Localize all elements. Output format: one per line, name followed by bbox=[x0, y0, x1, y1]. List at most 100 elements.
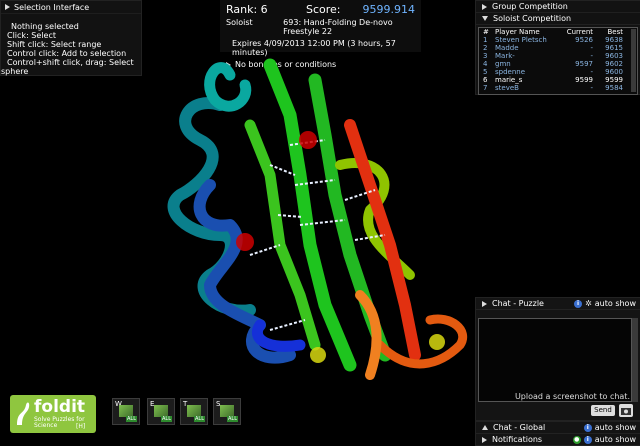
tool-badge: ALL bbox=[161, 416, 172, 422]
protein-3d-view[interactable] bbox=[150, 45, 480, 395]
competition-panel: Group Competition Soloist Competition # … bbox=[475, 0, 640, 95]
column-header[interactable]: Player Name bbox=[495, 28, 559, 36]
table-row[interactable]: 7 steveB - 9584 bbox=[479, 84, 637, 92]
loop bbox=[375, 314, 467, 369]
selection-help-text: Nothing selected Click: Select Shift cli… bbox=[1, 14, 141, 76]
chat-global-title: Chat - Global bbox=[493, 423, 546, 432]
selection-interface-title: Selection Interface bbox=[14, 2, 90, 12]
clash-sphere bbox=[429, 334, 445, 350]
table-row[interactable]: 2 Madde - 9615 bbox=[479, 44, 637, 52]
table-row[interactable]: 4 gmn 9597 9602 bbox=[479, 60, 637, 68]
collapse-triangle-icon[interactable] bbox=[482, 425, 488, 430]
tool-badge: ALL bbox=[194, 416, 205, 422]
clash-sphere bbox=[236, 233, 254, 251]
auto-show-label[interactable]: auto show bbox=[595, 299, 636, 308]
auto-show-label[interactable]: auto show bbox=[595, 435, 636, 444]
tool-button-e[interactable]: E ALL bbox=[147, 398, 175, 425]
expand-triangle-icon[interactable] bbox=[482, 436, 487, 443]
camera-icon bbox=[621, 408, 631, 415]
selection-line: Control click: Add to selection bbox=[7, 49, 127, 58]
cell-rank: 4 bbox=[483, 60, 488, 68]
column-header[interactable]: Best bbox=[593, 28, 623, 36]
cell-best: 9599 bbox=[605, 76, 623, 84]
chat-puzzle-title: Chat - Puzzle bbox=[492, 299, 544, 308]
cell-rank: 2 bbox=[483, 44, 488, 52]
clash-sphere bbox=[310, 347, 326, 363]
score-value: 9599.914 bbox=[362, 2, 416, 16]
send-button[interactable]: Send bbox=[591, 405, 615, 416]
cell-current: - bbox=[590, 44, 593, 52]
puzzle-name: 693: Hand-Folding De-novo Freestyle 22 bbox=[283, 18, 393, 36]
table-row[interactable]: 1 Steven Pletsch 9526 9638 bbox=[479, 36, 637, 44]
score-label: Score: bbox=[306, 2, 341, 16]
cell-best: 9584 bbox=[605, 84, 623, 92]
cell-current: - bbox=[590, 84, 593, 92]
chat-puzzle-header[interactable]: Chat - Puzzle i ✲ auto show bbox=[476, 298, 640, 310]
tool-button-t[interactable]: T ALL bbox=[180, 398, 208, 425]
tool-badge: ALL bbox=[227, 416, 238, 422]
info-icon[interactable]: i bbox=[583, 423, 592, 432]
chat-puzzle-panel: Chat - Puzzle i ✲ auto show Upload a scr… bbox=[475, 297, 640, 421]
selection-line: Shift click: Select range bbox=[7, 40, 102, 49]
leaderboard-scrollbar[interactable] bbox=[631, 29, 636, 92]
info-icon[interactable]: i bbox=[583, 435, 592, 444]
soloist-competition-header[interactable]: Soloist Competition bbox=[476, 13, 640, 25]
screenshot-upload-button[interactable] bbox=[619, 404, 633, 417]
foldit-glyph-icon bbox=[17, 402, 30, 425]
clash-sphere bbox=[299, 131, 317, 149]
chat-message-area[interactable] bbox=[478, 318, 632, 402]
cell-rank: 5 bbox=[483, 68, 488, 76]
foldit-logo[interactable]: foldit Solve Puzzles for Science [H] bbox=[10, 395, 96, 433]
cell-player: Steven Pletsch bbox=[495, 36, 547, 44]
selection-interface-header[interactable]: Selection Interface bbox=[1, 1, 141, 14]
expand-triangle-icon[interactable] bbox=[482, 3, 487, 10]
table-row[interactable]: 3 Mark- - 9603 bbox=[479, 52, 637, 60]
chat-global-header[interactable]: Chat - Global i auto show bbox=[476, 422, 640, 433]
cell-rank: 1 bbox=[483, 36, 488, 44]
selection-line: Nothing selected bbox=[11, 22, 79, 31]
cell-best: 9638 bbox=[605, 36, 623, 44]
selection-line: Control+shift click, drag: Select bbox=[7, 58, 134, 67]
info-icon[interactable]: i bbox=[574, 299, 583, 308]
rank-label: Rank: 6 bbox=[226, 2, 268, 16]
hydrogen-bond bbox=[249, 244, 281, 256]
group-competition-header[interactable]: Group Competition bbox=[476, 1, 640, 13]
selection-interface-panel: Selection Interface Nothing selected Cli… bbox=[0, 0, 142, 76]
selection-line: sphere bbox=[1, 67, 29, 76]
cell-best: 9615 bbox=[605, 44, 623, 52]
upload-hint: Upload a screenshot to chat. bbox=[514, 392, 630, 401]
collapse-triangle-icon[interactable] bbox=[482, 16, 488, 21]
notifications-panel[interactable]: Notifications ● i auto show bbox=[475, 433, 640, 446]
cell-rank: 7 bbox=[483, 84, 488, 92]
expand-triangle-icon[interactable] bbox=[5, 4, 10, 10]
soloist-competition-label: Soloist Competition bbox=[493, 14, 572, 23]
column-header[interactable]: Current bbox=[559, 28, 593, 36]
table-row[interactable]: 5 spdenne - 9600 bbox=[479, 68, 637, 76]
cell-current: - bbox=[590, 52, 593, 60]
cell-rank: 6 bbox=[483, 76, 488, 84]
leaderboard-table: # Player Name Current Best 1 Steven Plet… bbox=[478, 27, 638, 95]
status-icon: ● bbox=[572, 435, 581, 444]
table-row-current-player[interactable]: 6 marie_s 9599 9599 bbox=[479, 76, 637, 84]
chat-scrollbar[interactable] bbox=[632, 318, 638, 402]
cell-rank: 3 bbox=[483, 52, 488, 60]
notifications-header[interactable]: Notifications ● i auto show bbox=[476, 434, 640, 445]
expand-triangle-icon[interactable] bbox=[482, 300, 487, 307]
tool-button-shake[interactable]: S ALL bbox=[213, 398, 241, 425]
cell-player: steveB bbox=[495, 84, 519, 92]
cell-best: 9603 bbox=[605, 52, 623, 60]
cell-player: Mark- bbox=[495, 52, 515, 60]
cell-player: gmn bbox=[495, 60, 511, 68]
cell-best: 9600 bbox=[605, 68, 623, 76]
cell-player: Madde bbox=[495, 44, 519, 52]
column-header[interactable]: # bbox=[483, 28, 495, 36]
notifications-title: Notifications bbox=[492, 435, 543, 444]
mode-label: Soloist bbox=[226, 18, 253, 27]
cell-current: 9526 bbox=[575, 36, 593, 44]
gear-icon[interactable]: ✲ bbox=[585, 299, 592, 308]
auto-show-label[interactable]: auto show bbox=[595, 423, 636, 432]
tool-button-wiggle[interactable]: W ALL bbox=[112, 398, 140, 425]
selection-line: Click: Select bbox=[7, 31, 56, 40]
cell-current: 9599 bbox=[575, 76, 593, 84]
cell-player: marie_s bbox=[495, 76, 523, 84]
